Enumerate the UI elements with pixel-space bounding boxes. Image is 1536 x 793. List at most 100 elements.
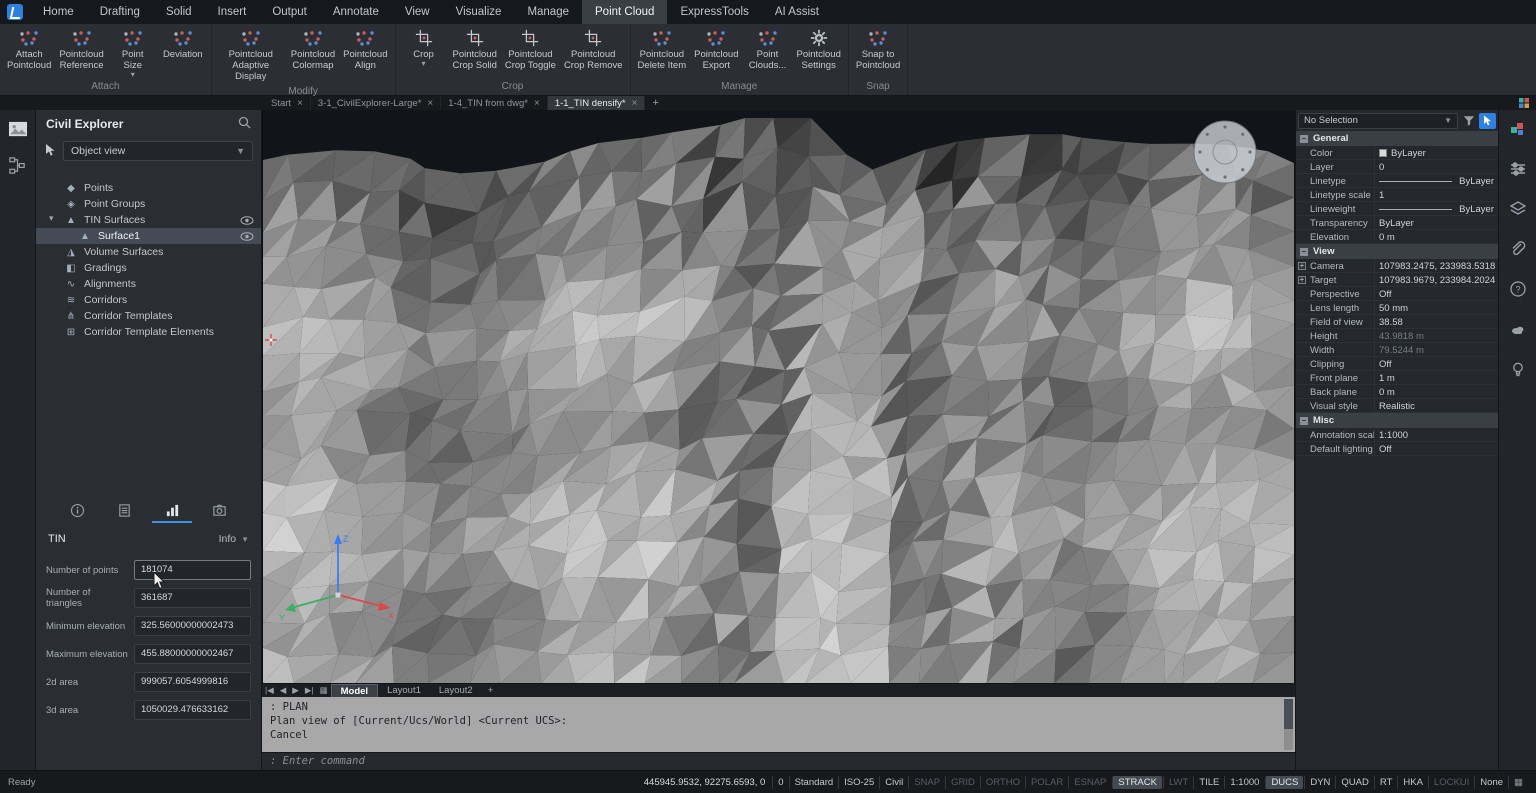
doc-tab-3-1-civilexplorer-large[interactable]: 3-1_CivilExplorer-Large*×: [311, 96, 441, 110]
lightbulb-icon[interactable]: [1506, 358, 1530, 380]
close-tab-icon[interactable]: ×: [632, 98, 638, 109]
ribbon-button-pointcloud-align[interactable]: Pointcloud Align: [339, 27, 391, 85]
last-tab-icon[interactable]: ▶|: [302, 685, 317, 696]
command-history[interactable]: : PLANPlan view of [Current/Ucs/World] <…: [262, 697, 1295, 752]
status-toggle-ducs[interactable]: DUCS: [1265, 776, 1303, 789]
ribbon-button-deviation[interactable]: Deviation: [158, 27, 208, 80]
tree-item-corridor-template-elements[interactable]: ⊞Corridor Template Elements: [36, 324, 261, 340]
menu-item-output[interactable]: Output: [259, 0, 320, 24]
ribbon-button-pointcloud-adaptive-display[interactable]: Pointcloud Adaptive Display: [215, 27, 287, 85]
menu-item-manage[interactable]: Manage: [514, 0, 582, 24]
adjust-sliders-icon[interactable]: [1506, 158, 1530, 180]
close-tab-icon[interactable]: ×: [427, 98, 433, 109]
doc-tab-1-1-tin-densify[interactable]: 1-1_TIN densify*×: [548, 96, 646, 110]
chevron-down-icon[interactable]: ▾: [49, 213, 54, 224]
view-mode-select[interactable]: Object view ▼: [63, 141, 253, 161]
ribbon-button-pointcloud-settings[interactable]: Pointcloud Settings: [793, 27, 845, 80]
attachment-icon[interactable]: [1506, 238, 1530, 260]
status-toggle-lockui[interactable]: LOCKUI: [1428, 776, 1474, 789]
filter-funnel-icon[interactable]: [1460, 113, 1477, 129]
menu-item-expresstools[interactable]: ExpressTools: [667, 0, 761, 24]
snapshot-icon[interactable]: [199, 499, 239, 523]
layout-tab-layout1[interactable]: Layout1: [378, 684, 430, 697]
command-scrollbar[interactable]: [1284, 699, 1293, 750]
status-toggle-snap[interactable]: SNAP: [908, 776, 945, 789]
property-value-camera[interactable]: 107983.2475, 233983.5318: [1374, 259, 1498, 273]
status-toggle-rt[interactable]: RT: [1374, 776, 1398, 789]
tree-item-gradings[interactable]: ◧Gradings: [36, 260, 261, 276]
app-logo[interactable]: [0, 0, 30, 24]
property-value-target[interactable]: 107983.9679, 233984.2024: [1374, 273, 1498, 287]
layers-icon[interactable]: [1506, 198, 1530, 220]
ribbon-button-pointcloud-delete-item[interactable]: Pointcloud Delete Item: [634, 27, 691, 80]
doc-tab-start[interactable]: Start×: [264, 96, 311, 110]
menu-item-drafting[interactable]: Drafting: [87, 0, 153, 24]
structure-tree-icon[interactable]: [6, 154, 30, 176]
menu-item-home[interactable]: Home: [30, 0, 87, 24]
property-value-height[interactable]: 43.9818 m: [1374, 329, 1498, 343]
info-value-number-of-points[interactable]: 181074: [134, 560, 251, 580]
status-toggle-standard[interactable]: Standard: [789, 776, 839, 789]
status-toggle-none[interactable]: None: [1474, 776, 1508, 789]
status-toggle-lwt[interactable]: LWT: [1163, 776, 1193, 789]
ribbon-button-point-clouds[interactable]: Point Clouds...: [743, 27, 793, 80]
property-value-color[interactable]: ByLayer: [1374, 146, 1498, 160]
document-icon[interactable]: [105, 499, 145, 523]
menu-item-view[interactable]: View: [392, 0, 443, 24]
property-value-clipping[interactable]: Off: [1374, 357, 1498, 371]
prev-tab-icon[interactable]: ◀: [277, 685, 290, 696]
viewport-3d[interactable]: ZXY: [262, 110, 1295, 683]
status-toggle-1-1000[interactable]: 1:1000: [1224, 776, 1264, 789]
workspace-grid-icon[interactable]: [1518, 97, 1530, 112]
property-value-perspective[interactable]: Off: [1374, 287, 1498, 301]
section-header-view[interactable]: –View: [1296, 244, 1498, 259]
menu-item-visualize[interactable]: Visualize: [443, 0, 515, 24]
statistics-icon[interactable]: [152, 499, 192, 523]
layout-tab-layout2[interactable]: Layout2: [430, 684, 482, 697]
tree-item-points[interactable]: ◆Points: [36, 180, 261, 196]
status-toggle-strack[interactable]: STRACK: [1112, 776, 1162, 789]
new-layout-button[interactable]: +: [482, 685, 500, 696]
render-view-icon[interactable]: [6, 118, 30, 140]
property-value-back-plane[interactable]: 0 m: [1374, 385, 1498, 399]
quick-select-icon[interactable]: [1479, 113, 1496, 129]
property-value-width[interactable]: 79.5244 m: [1374, 343, 1498, 357]
info-value-2d-area[interactable]: 999057.6054999816: [134, 672, 251, 692]
section-header-general[interactable]: –General: [1296, 131, 1498, 146]
close-tab-icon[interactable]: ×: [297, 98, 303, 109]
visibility-eye-icon[interactable]: [240, 232, 261, 241]
ribbon-button-crop[interactable]: Crop▾: [399, 27, 449, 80]
property-value-lineweight[interactable]: ByLayer: [1374, 202, 1498, 216]
tree-item-alignments[interactable]: ∿Alignments: [36, 276, 261, 292]
status-toggle-civil[interactable]: Civil: [879, 776, 908, 789]
status-toggle-hka[interactable]: HKA: [1397, 776, 1428, 789]
status-toggle-grid[interactable]: GRID: [945, 776, 980, 789]
status-toggle-ortho[interactable]: ORTHO: [980, 776, 1025, 789]
doc-tab-1-4-tin-from-dwg[interactable]: 1-4_TIN from dwg*×: [441, 96, 548, 110]
tree-item-corridors[interactable]: ≋Corridors: [36, 292, 261, 308]
property-value-visual-style[interactable]: Realistic: [1374, 399, 1498, 413]
ribbon-button-point-size[interactable]: Point Size▾: [108, 27, 158, 80]
pointcloud-manager-icon[interactable]: [1506, 118, 1530, 140]
property-value-layer[interactable]: 0: [1374, 160, 1498, 174]
expand-plus-icon[interactable]: +: [1298, 276, 1306, 284]
menu-item-point-cloud[interactable]: Point Cloud: [582, 0, 667, 24]
property-value-transparency[interactable]: ByLayer: [1374, 216, 1498, 230]
select-cursor-icon[interactable]: [44, 143, 57, 160]
next-tab-icon[interactable]: ▶: [289, 685, 302, 696]
info-mode-select[interactable]: Info ▼: [219, 533, 249, 545]
ui-config-icon[interactable]: ▦: [1508, 776, 1528, 789]
status-toggle-polar[interactable]: POLAR: [1025, 776, 1068, 789]
ribbon-button-pointcloud-crop-remove[interactable]: Pointcloud Crop Remove: [560, 27, 627, 80]
tree-item-tin-surfaces[interactable]: ▾▲TIN Surfaces: [36, 212, 261, 228]
info-value-3d-area[interactable]: 1050029.476633162: [134, 700, 251, 720]
ribbon-button-snap-to-pointcloud[interactable]: Snap to Pointcloud: [852, 27, 904, 80]
menu-item-ai-assist[interactable]: AI Assist: [762, 0, 832, 24]
close-tab-icon[interactable]: ×: [534, 98, 540, 109]
new-tab-button[interactable]: +: [645, 96, 665, 110]
visibility-eye-icon[interactable]: [240, 216, 261, 225]
info-value-maximum-elevation[interactable]: 455.88000000002467: [134, 644, 251, 664]
info-value-minimum-elevation[interactable]: 325.56000000002473: [134, 616, 251, 636]
property-value-linetype[interactable]: ByLayer: [1374, 174, 1498, 188]
status-toggle-iso-25[interactable]: ISO-25: [838, 776, 879, 789]
